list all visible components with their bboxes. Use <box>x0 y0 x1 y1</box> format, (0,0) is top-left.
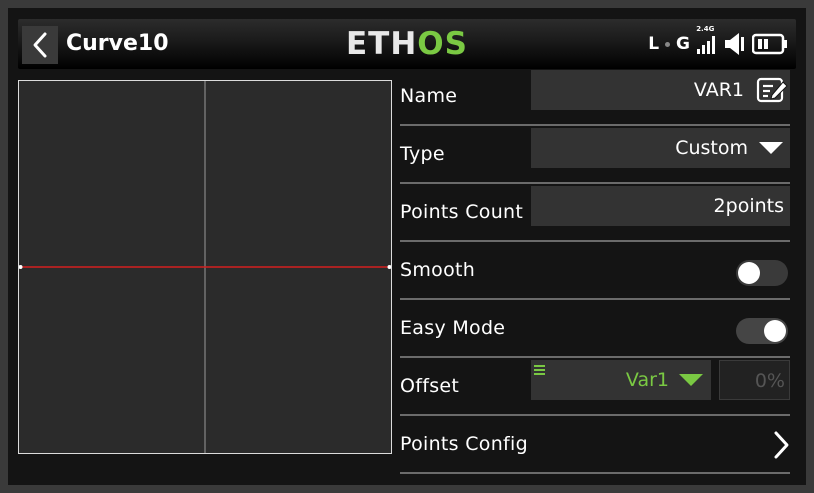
chevron-left-icon <box>33 32 47 58</box>
radio-screen: Curve10 ETHOS L G 2.4G Name VAR1 Type Cu… <box>8 8 806 485</box>
chevron-right-icon <box>774 431 789 459</box>
toggle-knob <box>738 262 760 284</box>
ethos-logo: ETHOS <box>346 26 468 62</box>
smooth-toggle[interactable] <box>736 260 788 286</box>
points-config-label: Points Config <box>400 433 528 455</box>
curve-plot <box>19 81 391 453</box>
type-label: Type <box>400 143 445 165</box>
page-title: Curve10 <box>66 31 169 56</box>
easy-mode-toggle[interactable] <box>736 318 788 344</box>
smooth-label: Smooth <box>400 259 476 281</box>
header-bar: Curve10 ETHOS L G 2.4G <box>18 19 796 69</box>
offset-source-value: Var1 <box>625 369 669 391</box>
menu-lines-icon <box>534 365 545 375</box>
name-value: VAR1 <box>693 79 744 101</box>
status-bar: L G 2.4G <box>648 25 788 59</box>
type-value: Custom <box>675 137 748 159</box>
status-dot <box>665 41 671 47</box>
row-offset: Offset Var1 0% <box>400 358 790 416</box>
offset-value: 0% <box>754 370 785 392</box>
row-points-config[interactable]: Points Config <box>400 416 790 474</box>
offset-value-field[interactable]: 0% <box>719 360 790 400</box>
gps-indicator: G <box>676 34 690 54</box>
easy-mode-label: Easy Mode <box>400 317 506 339</box>
volume-icon[interactable] <box>724 32 746 56</box>
battery-icon <box>752 33 787 55</box>
signal-bars-icon <box>697 36 715 54</box>
row-easy-mode: Easy Mode <box>400 300 790 358</box>
row-points-count: Points Count 2points <box>400 184 790 242</box>
edit-icon[interactable] <box>756 76 788 104</box>
curve-point-2[interactable] <box>387 265 392 269</box>
band-label: 2.4G <box>696 25 715 33</box>
dropdown-arrow-icon <box>759 142 783 154</box>
points-count-field[interactable]: 2points <box>531 186 790 226</box>
offset-label: Offset <box>400 375 460 397</box>
row-type: Type Custom <box>400 126 790 184</box>
curve-point-1[interactable] <box>19 265 23 269</box>
row-smooth: Smooth <box>400 242 790 300</box>
telemetry-indicator: L <box>648 34 660 54</box>
type-dropdown[interactable]: Custom <box>531 128 790 168</box>
name-label: Name <box>400 85 458 107</box>
back-button[interactable] <box>22 26 58 64</box>
dropdown-arrow-icon <box>679 374 703 386</box>
curve-graph[interactable] <box>18 80 392 454</box>
name-field[interactable]: VAR1 <box>531 70 790 110</box>
points-count-value: 2points <box>713 195 784 217</box>
toggle-knob <box>764 320 786 342</box>
row-name: Name VAR1 <box>400 68 790 126</box>
points-count-label: Points Count <box>400 201 524 223</box>
